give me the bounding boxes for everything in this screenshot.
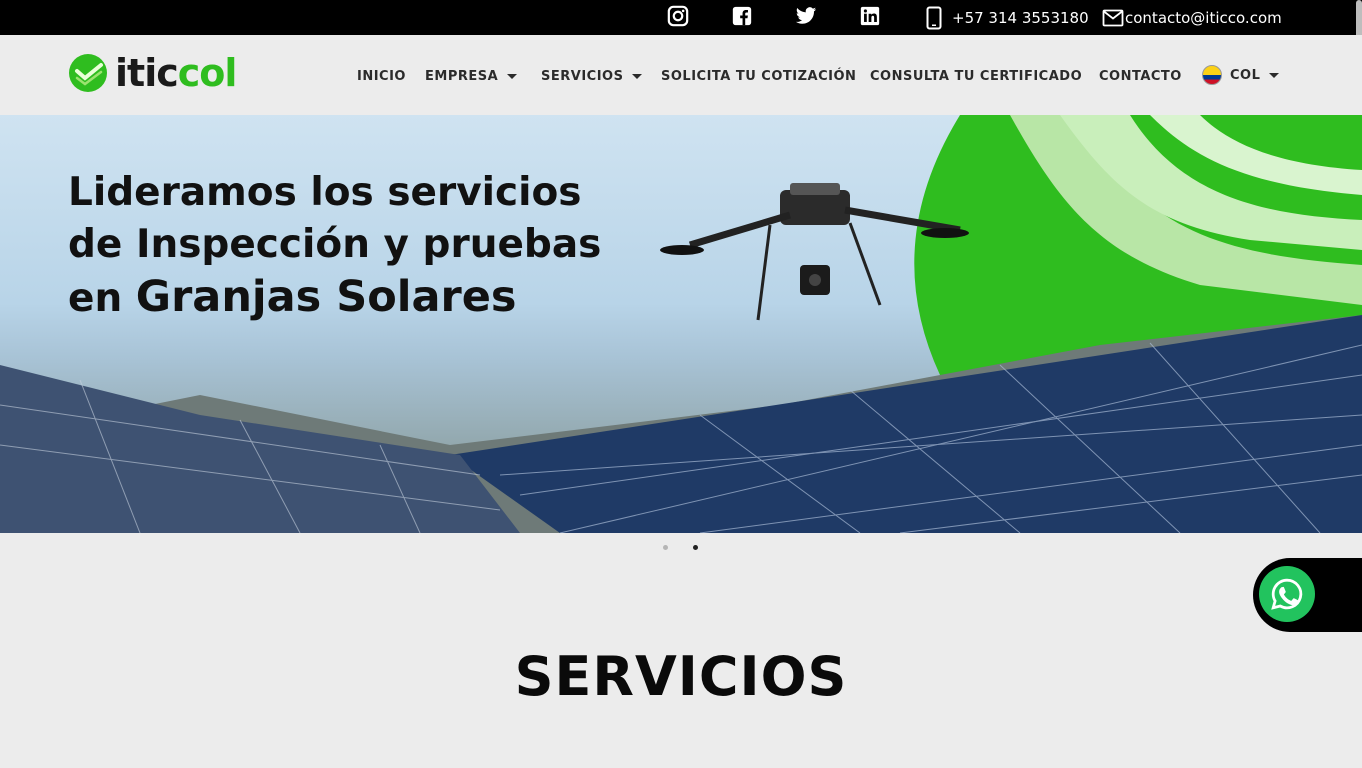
- country-selector[interactable]: COL: [1202, 64, 1280, 86]
- nav-inicio-label: INICIO: [357, 68, 406, 84]
- email-address[interactable]: contacto@iticco.com: [1125, 9, 1282, 27]
- nav-contacto-label: CONTACTO: [1099, 68, 1182, 84]
- whatsapp-float-button[interactable]: [1253, 558, 1362, 632]
- instagram-icon[interactable]: [667, 5, 689, 27]
- chevron-down-icon: [507, 73, 518, 79]
- hero-title-line1: Lideramos los servicios: [68, 170, 582, 215]
- hero-title-line3: en Granjas Solares: [68, 271, 601, 325]
- nav-certificado-label: CONSULTA TU CERTIFICADO: [870, 68, 1083, 84]
- chevron-down-icon: [1269, 72, 1280, 78]
- colombia-flag-icon: [1202, 65, 1222, 85]
- carousel-dot-1[interactable]: [663, 545, 668, 550]
- main-header: iticcol INICIO EMPRESA SERVICIOS SOLICIT…: [0, 35, 1362, 115]
- nav-contacto[interactable]: CONTACTO: [1099, 67, 1182, 85]
- nav-servicios[interactable]: SERVICIOS: [541, 67, 643, 85]
- site-logo[interactable]: iticcol: [68, 51, 238, 95]
- email-contact[interactable]: contacto@iticco.com: [1102, 6, 1282, 30]
- hero-title-line2: de Inspección y pruebas: [68, 222, 602, 267]
- logo-text-dark: itic: [115, 51, 179, 95]
- top-bar: +57 314 3553180 contacto@iticco.com: [0, 0, 1362, 35]
- chevron-down-icon: [632, 73, 643, 79]
- nav-servicios-label: SERVICIOS: [541, 68, 624, 84]
- phone-contact[interactable]: +57 314 3553180: [924, 6, 1089, 30]
- nav-empresa-label: EMPRESA: [425, 68, 499, 84]
- section-title: SERVICIOS: [514, 645, 848, 708]
- nav-cotizacion[interactable]: SOLICITA TU COTIZACIÓN: [661, 67, 856, 85]
- nav-cotizacion-label: SOLICITA TU COTIZACIÓN: [661, 68, 857, 84]
- phone-number[interactable]: +57 314 3553180: [952, 9, 1089, 27]
- nav-inicio[interactable]: INICIO: [357, 67, 406, 85]
- hero-title: Lideramos los servicios de Inspección y …: [68, 167, 601, 325]
- hero-banner[interactable]: Lideramos los servicios de Inspección y …: [0, 115, 1362, 533]
- carousel-dot-2[interactable]: [693, 545, 698, 550]
- hero-title-highlight: Granjas Solares: [135, 272, 517, 322]
- nav-certificado[interactable]: CONSULTA TU CERTIFICADO: [870, 67, 1082, 85]
- logo-mark-icon: [69, 54, 107, 92]
- country-label: COL: [1230, 67, 1261, 83]
- phone-icon: [926, 6, 942, 30]
- twitter-icon[interactable]: [795, 5, 817, 27]
- mail-icon: [1102, 9, 1124, 27]
- facebook-icon[interactable]: [731, 5, 753, 27]
- hero-title-line3-prefix: en: [68, 276, 136, 321]
- logo-text-green: col: [177, 51, 238, 95]
- whatsapp-icon: [1259, 566, 1315, 622]
- nav-empresa[interactable]: EMPRESA: [425, 67, 518, 85]
- linkedin-icon[interactable]: [859, 5, 881, 27]
